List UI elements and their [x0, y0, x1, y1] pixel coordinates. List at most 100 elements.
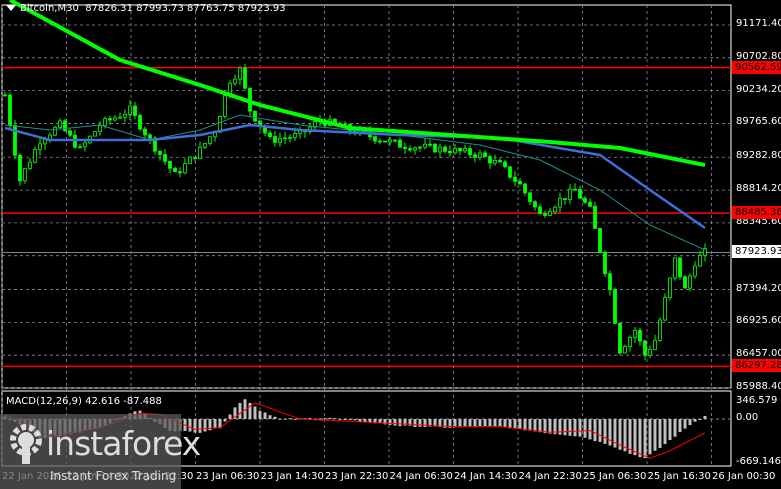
candle-body: [193, 156, 197, 159]
macd-histogram-bar: [293, 418, 297, 420]
candle-body: [583, 197, 587, 203]
candle-body: [113, 117, 117, 121]
macd-histogram-bar: [563, 419, 567, 436]
macd-histogram-bar: [603, 419, 607, 444]
macd-histogram-bar: [358, 419, 362, 422]
candle-body: [123, 114, 127, 118]
candle-body: [133, 105, 137, 116]
candle-body: [598, 228, 602, 253]
ohlc-low: 87763.75: [187, 3, 235, 14]
candle-body: [633, 329, 637, 338]
macd-histogram-bar: [228, 414, 232, 419]
macd-histogram-bar: [203, 419, 207, 432]
candle-body: [203, 142, 207, 148]
candle-body: [643, 340, 647, 356]
candle-body: [628, 336, 632, 347]
candle-body: [108, 118, 112, 121]
gear-logo-icon: [10, 424, 42, 464]
price-axis-label: 88814.20: [736, 183, 781, 195]
macd-histogram-bar: [513, 419, 517, 429]
candle-body: [388, 139, 392, 143]
watermark-brand: instaforex: [46, 424, 201, 463]
candle-body: [393, 139, 397, 142]
candle-body: [608, 273, 612, 291]
macd-histogram-bar: [548, 419, 552, 434]
macd-histogram-bar: [583, 419, 587, 438]
candle-body: [478, 152, 482, 158]
candle-body: [588, 201, 592, 207]
candle-body: [233, 78, 237, 84]
candle-body: [473, 154, 477, 158]
macd-histogram-bar: [238, 403, 242, 419]
candle-body: [678, 257, 682, 278]
macd-axis-label: 346.579: [736, 395, 778, 406]
macd-histogram-bar: [393, 419, 397, 426]
candle-body: [693, 265, 697, 277]
candle-body: [613, 289, 617, 324]
macd-histogram-bar: [683, 419, 687, 429]
time-axis-label: 24 Jan 14:30: [454, 471, 518, 482]
macd-histogram-bar: [523, 419, 527, 431]
candle-body: [523, 183, 527, 194]
macd-histogram-bar: [468, 419, 472, 428]
candle-body: [8, 94, 12, 126]
level-price-tag: 86297.28: [732, 359, 781, 373]
candle-body: [188, 156, 192, 165]
candle-body: [568, 188, 572, 200]
candle-body: [238, 67, 242, 80]
candle-body: [408, 148, 412, 151]
candle-body: [208, 136, 212, 144]
candle-body: [448, 150, 452, 154]
candle-body: [58, 120, 62, 128]
candle-body: [513, 176, 517, 182]
candle-body: [78, 146, 82, 149]
time-axis-label: 25 Jan 16:30: [647, 471, 711, 482]
candle-body: [483, 152, 487, 157]
ohlc-high: 87993.73: [136, 3, 184, 14]
candle-body: [503, 161, 507, 168]
macd-histogram-bar: [323, 418, 327, 420]
macd-histogram-bar: [493, 419, 497, 427]
candle-body: [223, 95, 227, 117]
candle-body: [688, 275, 692, 289]
candle-body: [553, 206, 557, 213]
candle-body: [33, 149, 37, 163]
symbol-label: Bitcoin,M30: [20, 3, 79, 14]
candle-body: [53, 126, 57, 136]
macd-histogram-bar: [413, 419, 417, 428]
candle-body: [278, 137, 282, 143]
dropdown-triangle-icon[interactable]: [6, 5, 16, 11]
candle-body: [528, 192, 532, 202]
level-price-tag: 90562.59: [732, 60, 781, 74]
macd-histogram-bar: [353, 419, 357, 421]
macd-histogram-bar: [518, 419, 522, 429]
macd-histogram-bar: [398, 419, 402, 427]
candle-body: [698, 255, 702, 267]
candle-body: [288, 136, 292, 139]
candle-body: [518, 180, 522, 185]
macd-histogram-bar: [338, 418, 342, 420]
macd-histogram-bar: [268, 415, 272, 419]
candle-body: [433, 143, 437, 153]
macd-histogram-bar: [598, 419, 602, 442]
candle-body: [128, 105, 132, 115]
price-axis-label: 90234.20: [736, 83, 781, 95]
macd-histogram-bar: [678, 419, 682, 432]
macd-histogram-bar: [318, 418, 322, 420]
macd-histogram-bar: [653, 419, 657, 451]
candle-body: [163, 154, 167, 162]
candle-body: [253, 110, 257, 122]
candle-body: [103, 118, 107, 127]
macd-histogram-bar: [328, 417, 332, 419]
ohlc-close: 87923.93: [237, 3, 286, 14]
price-axis-label: 91171.40: [736, 18, 781, 29]
instaforex-watermark: instaforex Instant Forex Trading: [0, 414, 201, 489]
candle-body: [668, 277, 672, 299]
macd-histogram-bar: [263, 412, 267, 419]
macd-histogram-bar: [343, 419, 347, 420]
macd-axis-label: 0.00: [736, 412, 759, 423]
price-axis-label: 86925.60: [736, 315, 781, 327]
macd-histogram-bar: [478, 419, 482, 427]
candle-body: [158, 150, 162, 155]
macd-histogram-bar: [368, 419, 372, 423]
